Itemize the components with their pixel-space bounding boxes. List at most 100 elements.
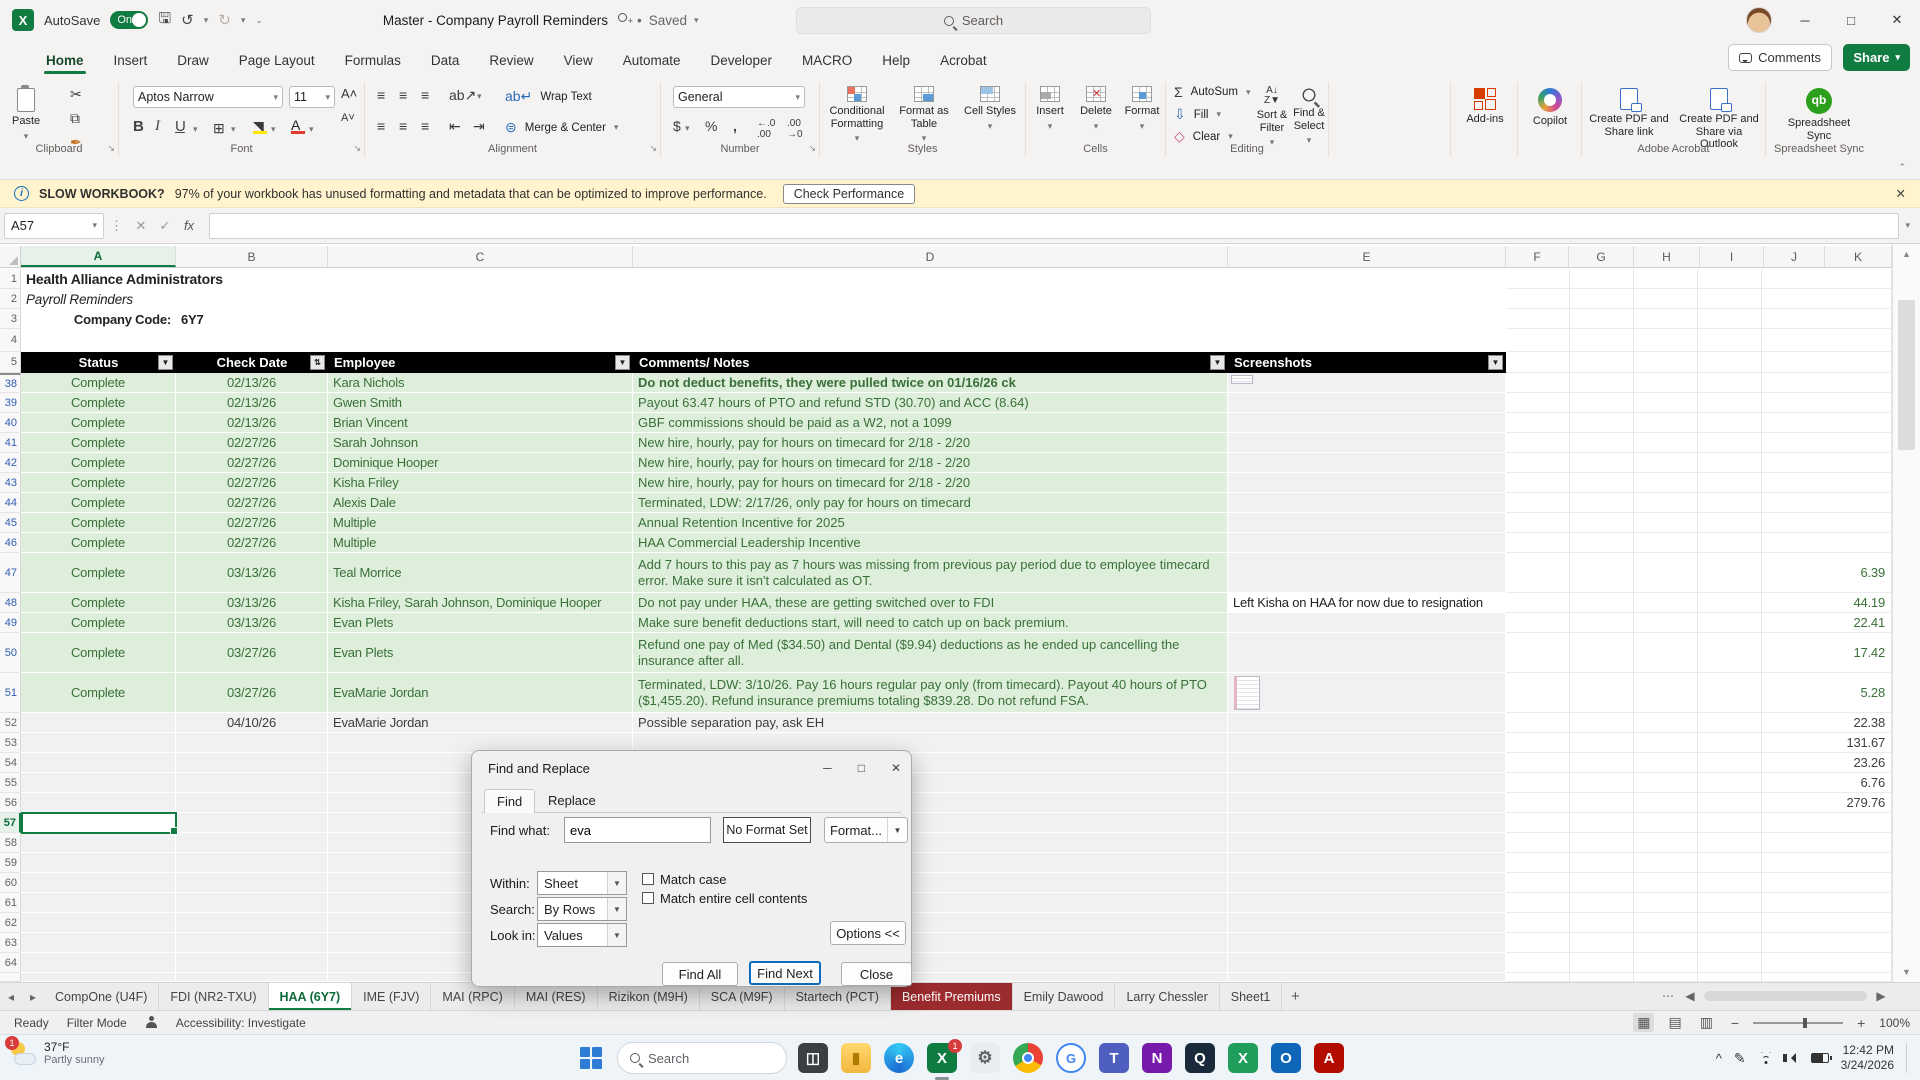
sheet-tab-benefit-premiums[interactable]: Benefit Premiums xyxy=(891,983,1013,1010)
customize-qat-icon[interactable]: ⌄ xyxy=(255,15,263,26)
format-dropdown-icon[interactable]: ▼ xyxy=(887,818,907,842)
create-pdf-outlook-button[interactable]: Create PDF and Share via Outlook xyxy=(1676,84,1762,151)
comments-button[interactable]: Comments xyxy=(1728,44,1832,71)
volume-icon[interactable] xyxy=(1786,1053,1796,1063)
settings-icon[interactable]: ⚙ xyxy=(968,1041,1002,1075)
header-comments[interactable]: Comments/ Notes▼ xyxy=(633,352,1228,373)
excel-secondary-icon[interactable]: X xyxy=(1226,1041,1260,1075)
minimize-icon[interactable]: ─ xyxy=(1782,0,1828,40)
match-entire-checkbox[interactable] xyxy=(642,892,654,904)
undo-icon[interactable]: ↺ xyxy=(181,11,194,29)
find-what-input[interactable]: ▼ xyxy=(564,817,711,843)
employee-filter-icon[interactable]: ▼ xyxy=(615,355,630,370)
comma-style-icon[interactable]: , xyxy=(733,118,737,134)
delete-cells-button[interactable]: ✕ Delete▾ xyxy=(1074,82,1118,131)
column-header-f[interactable]: F xyxy=(1506,246,1569,267)
column-header-e[interactable]: E xyxy=(1228,246,1506,267)
column-header-g[interactable]: G xyxy=(1569,246,1634,267)
decrease-font-icon[interactable]: A˅ xyxy=(341,112,355,124)
sheet-tab[interactable]: MAI (RES) xyxy=(515,983,598,1010)
insert-function-icon[interactable]: fx xyxy=(177,218,201,233)
find-select-button[interactable]: Find & Select▾ xyxy=(1290,82,1328,146)
cut-icon[interactable]: ✂ xyxy=(70,86,82,103)
outlook-icon[interactable]: O xyxy=(1269,1041,1303,1075)
within-select[interactable]: Sheet ▼ xyxy=(537,871,627,895)
undo-chevron-icon[interactable]: ▾ xyxy=(204,15,209,26)
increase-decimal-icon[interactable]: ←.0.00 xyxy=(757,118,775,140)
excel-app-icon[interactable]: X xyxy=(12,9,34,31)
screenshot-note-cell[interactable]: Left Kisha on HAA for now due to resigna… xyxy=(1228,593,1506,613)
cancel-formula-icon[interactable]: ✕ xyxy=(129,218,153,234)
spreadsheet-sync-button[interactable]: qb Spreadsheet Sync xyxy=(1782,84,1856,142)
bold-button[interactable]: B xyxy=(133,118,143,135)
tab-developer[interactable]: Developer xyxy=(709,53,775,78)
alignment-dialog-launcher-icon[interactable]: ↘ xyxy=(649,143,657,154)
maximize-icon[interactable]: □ xyxy=(1828,0,1874,40)
insert-cells-button[interactable]: Insert▾ xyxy=(1028,82,1072,131)
avatar[interactable] xyxy=(1746,7,1772,33)
saved-chevron-icon[interactable]: ▾ xyxy=(694,15,699,26)
accounting-format-icon[interactable]: $ xyxy=(673,118,681,134)
cell-workbook-title[interactable]: Health Alliance Administrators xyxy=(21,269,1506,289)
zoom-level[interactable]: 100% xyxy=(1879,1016,1910,1030)
scroll-up-icon[interactable]: ▲ xyxy=(1893,244,1920,264)
match-case-checkbox[interactable] xyxy=(642,873,654,885)
orientation-icon[interactable]: ab↗ xyxy=(449,87,476,104)
replace-tab[interactable]: Replace xyxy=(536,789,608,813)
notification-center-icon[interactable] xyxy=(1906,1043,1912,1073)
zoom-slider-knob[interactable] xyxy=(1803,1018,1807,1028)
align-right-icon[interactable]: ≡ xyxy=(421,118,429,134)
column-header-h[interactable]: H xyxy=(1634,246,1700,267)
underline-button[interactable]: U xyxy=(175,118,185,135)
sheet-nav-left-icon[interactable]: ◂ xyxy=(0,983,22,1010)
tab-acrobat[interactable]: Acrobat xyxy=(938,53,989,78)
column-header-c[interactable]: C xyxy=(328,246,633,267)
enter-formula-icon[interactable]: ✓ xyxy=(153,218,177,234)
autosum-button[interactable]: ΣAutoSum▾ xyxy=(1174,84,1251,100)
borders-icon[interactable]: ⊞ xyxy=(213,120,225,137)
horizontal-scrollbar[interactable]: ⋯ ◀ ▶ xyxy=(1657,982,1892,1010)
chrome-icon[interactable] xyxy=(1011,1041,1045,1075)
cell-styles-button[interactable]: Cell Styles▾ xyxy=(960,82,1020,131)
tab-view[interactable]: View xyxy=(562,53,595,78)
header-check-date[interactable]: Check Date⇅ xyxy=(176,352,328,373)
number-dialog-launcher-icon[interactable]: ↘ xyxy=(808,143,816,154)
tab-home[interactable]: Home xyxy=(44,53,86,78)
search-select[interactable]: By Rows ▼ xyxy=(537,897,627,921)
paste-button[interactable]: Paste▾ xyxy=(12,84,40,141)
weather-widget[interactable]: 1 37°F Partly sunny xyxy=(10,1040,105,1068)
column-header-i[interactable]: I xyxy=(1700,246,1764,267)
check-date-sort-filter-icon[interactable]: ⇅ xyxy=(310,355,325,370)
font-size-select[interactable]: 11▾ xyxy=(289,86,335,108)
sheet-tab[interactable]: Larry Chessler xyxy=(1115,983,1219,1010)
align-center-icon[interactable]: ≡ xyxy=(399,118,407,134)
tab-draw[interactable]: Draw xyxy=(175,53,211,78)
hscroll-left-icon[interactable]: ◀ xyxy=(1679,989,1701,1003)
saved-status[interactable]: Saved xyxy=(649,13,687,28)
acrobat-icon[interactable]: A xyxy=(1312,1041,1346,1075)
excel-taskbar-icon[interactable]: X1 xyxy=(925,1041,959,1075)
autosave-toggle[interactable]: On xyxy=(110,11,148,29)
font-name-select[interactable]: Aptos Narrow▾ xyxy=(133,86,283,108)
format-button[interactable]: Format... ▼ xyxy=(824,817,908,843)
decrease-decimal-icon[interactable]: .00→0 xyxy=(787,118,803,140)
tab-macro[interactable]: MACRO xyxy=(800,53,854,78)
wifi-icon[interactable] xyxy=(1758,1052,1774,1064)
decrease-indent-icon[interactable]: ⇤ xyxy=(449,118,461,135)
format-as-table-button[interactable]: Format as Table▾ xyxy=(892,82,956,144)
find-next-button[interactable]: Find Next xyxy=(749,961,821,985)
selection-border[interactable] xyxy=(21,812,177,834)
hscroll-right-icon[interactable]: ▶ xyxy=(1870,989,1892,1003)
dialog-close-icon[interactable]: ✕ xyxy=(891,761,901,775)
align-middle-icon[interactable]: ≡ xyxy=(399,87,407,103)
align-left-icon[interactable]: ≡ xyxy=(377,118,385,134)
column-header-d[interactable]: D xyxy=(633,246,1228,267)
sheet-tab[interactable]: CompOne (U4F) xyxy=(44,983,159,1010)
page-layout-view-icon[interactable]: ▤ xyxy=(1664,1013,1685,1032)
header-employee[interactable]: Employee▼ xyxy=(328,352,633,373)
font-dialog-launcher-icon[interactable]: ↘ xyxy=(353,143,361,154)
teams-icon[interactable]: T xyxy=(1097,1041,1131,1075)
wrap-text-button[interactable]: ab↵ Wrap Text xyxy=(505,88,592,105)
tab-help[interactable]: Help xyxy=(880,53,912,78)
header-screenshots[interactable]: Screenshots▼ xyxy=(1228,352,1506,373)
